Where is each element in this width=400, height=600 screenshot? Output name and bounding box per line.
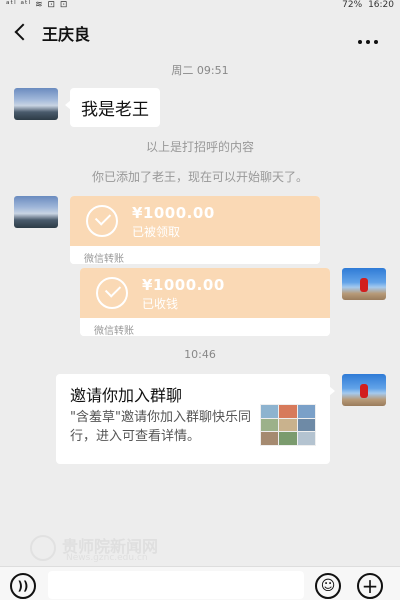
transfer-label: 微信转账 — [80, 318, 330, 336]
check-icon — [96, 277, 128, 309]
message-text: 我是老王 — [81, 100, 149, 120]
avatar[interactable] — [342, 374, 386, 406]
watermark-url: News.gznc.edu.cn — [66, 553, 148, 563]
system-message: 你已添加了老王，现在可以开始聊天了。 — [91, 170, 308, 184]
group-thumbnail — [260, 404, 316, 446]
emoji-icon[interactable]: ☺ — [315, 573, 341, 599]
system-message: 以上是打招呼的内容 — [145, 140, 254, 154]
transfer-status: 已被领取 — [132, 225, 181, 239]
transfer-amount: ¥1000.00 — [142, 276, 225, 294]
input-bar: )) ☺ + — [0, 566, 400, 600]
message-input[interactable] — [48, 571, 304, 599]
signal-indicators: ᵃᵗˡ ᵃᵗˡ ≋ ⊡ ⊡ — [6, 0, 69, 10]
transfer-label: 微信转账 — [70, 246, 320, 264]
clock: 16:20 — [368, 0, 394, 10]
transfer-card[interactable]: ¥1000.00 已被领取 微信转账 — [70, 196, 320, 264]
timestamp: 周二 09:51 — [171, 64, 229, 77]
message-bubble[interactable]: 我是老王 — [65, 88, 160, 127]
group-invite-card[interactable]: 邀请你加入群聊 "含羞草"邀请你加入群聊快乐同行，进入可查看详情。 — [56, 374, 335, 464]
invite-description: "含羞草"邀请你加入群聊快乐同行，进入可查看详情。 — [70, 410, 251, 444]
chat-title: 王庆良 — [42, 25, 91, 44]
transfer-status: 已收钱 — [142, 297, 179, 311]
voice-icon[interactable]: )) — [10, 573, 36, 599]
avatar[interactable] — [342, 268, 386, 300]
check-icon — [86, 205, 118, 237]
watermark: 贵师院新闻网 News.gznc.edu.cn — [30, 533, 210, 569]
transfer-card-top: ¥1000.00 已收钱 — [80, 268, 330, 318]
status-right: 72% 16:20 — [339, 0, 394, 10]
more-icon[interactable] — [358, 29, 382, 44]
chat-header: 王庆良 — [0, 11, 400, 51]
transfer-card[interactable]: ¥1000.00 已收钱 微信转账 — [80, 268, 330, 336]
avatar[interactable] — [14, 88, 58, 120]
timestamp: 10:46 — [184, 348, 216, 361]
transfer-amount: ¥1000.00 — [132, 204, 215, 222]
battery-level: 72% — [342, 0, 363, 10]
status-bar: ᵃᵗˡ ᵃᵗˡ ≋ ⊡ ⊡ 72% 16:20 — [0, 0, 400, 11]
avatar[interactable] — [14, 196, 58, 228]
plus-icon[interactable]: + — [357, 573, 383, 599]
watermark-logo-icon — [30, 535, 56, 561]
back-icon[interactable] — [14, 25, 26, 37]
transfer-card-top: ¥1000.00 已被领取 — [70, 196, 320, 246]
invite-title: 邀请你加入群聊 — [70, 386, 183, 405]
